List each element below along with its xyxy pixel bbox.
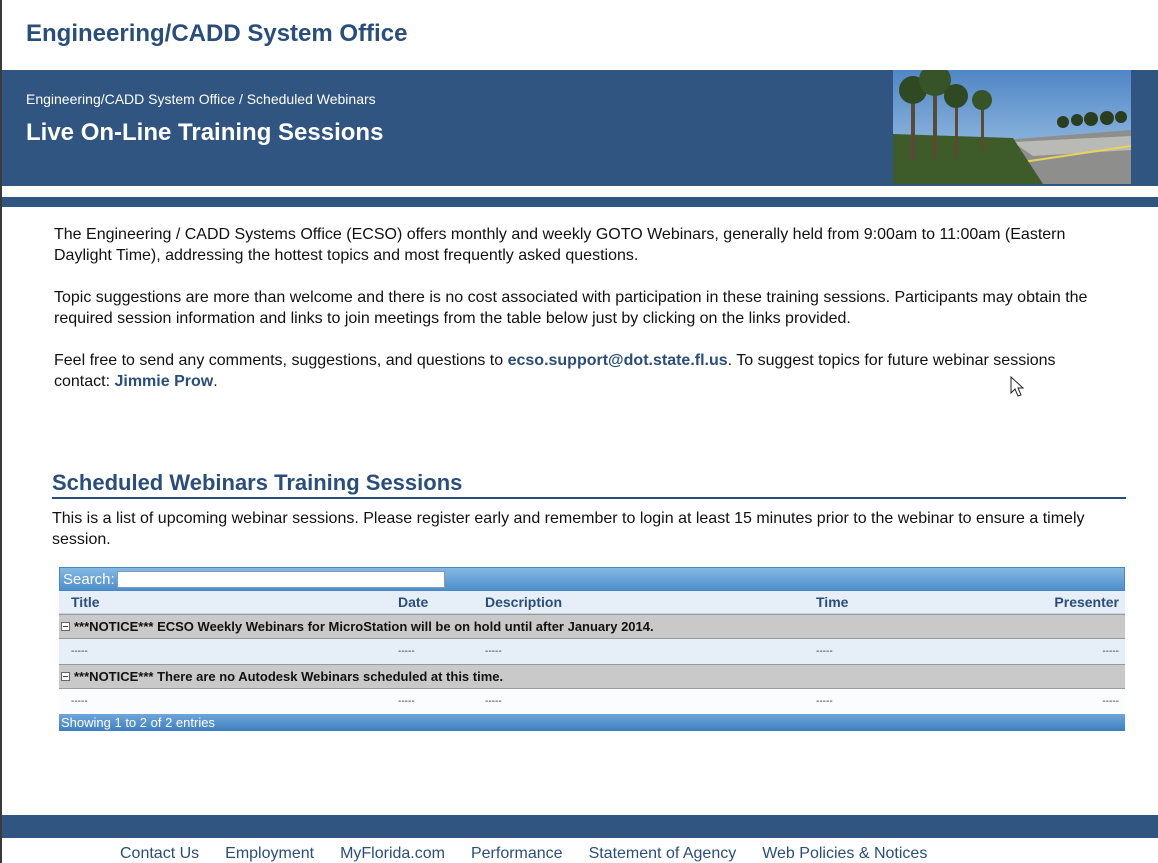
- intro-paragraph-3: Feel free to send any comments, suggesti…: [54, 350, 1114, 392]
- intro-paragraph-3-suffix: .: [213, 373, 218, 390]
- section-title: Scheduled Webinars Training Sessions: [52, 470, 1126, 499]
- table-search-bar: Search:: [59, 567, 1125, 591]
- table-cell: -----: [485, 696, 502, 707]
- table-cell: -----: [1102, 696, 1119, 707]
- search-label: Search:: [63, 570, 115, 588]
- table-cell: -----: [485, 646, 502, 657]
- column-header-presenter[interactable]: Presenter: [1013, 594, 1125, 610]
- intro-text: The Engineering / CADD Systems Office (E…: [54, 224, 1114, 413]
- footer-link-contact-us[interactable]: Contact Us: [120, 845, 199, 863]
- banner-divider: [2, 197, 1158, 207]
- footer-bar: [2, 815, 1158, 838]
- table-cell: -----: [398, 646, 415, 657]
- mouse-pointer-icon: [1010, 376, 1025, 397]
- group-label: ***NOTICE*** ECSO Weekly Webinars for Mi…: [74, 619, 654, 634]
- intro-paragraph-2: Topic suggestions are more than welcome …: [54, 289, 1088, 327]
- table-row: ----- ----- ----- ----- -----: [59, 639, 1125, 664]
- webinar-table: Search: Title Date Description Time Pres…: [59, 567, 1125, 731]
- table-cell: -----: [71, 646, 88, 657]
- footer-link-statement-of-agency[interactable]: Statement of Agency: [589, 845, 737, 863]
- footer-link-myflorida[interactable]: MyFlorida.com: [340, 845, 445, 863]
- section-description: This is a list of upcoming webinar sessi…: [52, 510, 1085, 548]
- page-title: Live On-Line Training Sessions: [26, 119, 384, 146]
- collapse-icon[interactable]: [61, 622, 70, 631]
- table-cell: -----: [816, 696, 833, 707]
- table-cell: -----: [398, 696, 415, 707]
- search-input[interactable]: [116, 570, 445, 588]
- table-header: Title Date Description Time Presenter: [59, 591, 1125, 614]
- footer-link-performance[interactable]: Performance: [471, 845, 563, 863]
- collapse-icon[interactable]: [61, 672, 70, 681]
- table-info: Showing 1 to 2 of 2 entries: [59, 714, 1125, 731]
- table-cell: -----: [816, 646, 833, 657]
- contact-link[interactable]: Jimmie Prow: [114, 373, 213, 390]
- page: Engineering/CADD System Office Engineeri…: [0, 0, 1158, 863]
- intro-paragraph-3-prefix: Feel free to send any comments, suggesti…: [54, 352, 508, 369]
- group-row[interactable]: ***NOTICE*** There are no Autodesk Webin…: [59, 664, 1125, 689]
- column-header-title[interactable]: Title: [59, 594, 392, 610]
- site-title: Engineering/CADD System Office: [26, 20, 408, 47]
- footer-link-employment[interactable]: Employment: [225, 845, 314, 863]
- column-header-date[interactable]: Date: [392, 594, 479, 610]
- table-cell: -----: [71, 696, 88, 707]
- intro-paragraph-1: The Engineering / CADD Systems Office (E…: [54, 226, 1066, 264]
- group-label: ***NOTICE*** There are no Autodesk Webin…: [74, 669, 504, 684]
- group-row[interactable]: ***NOTICE*** ECSO Weekly Webinars for Mi…: [59, 614, 1125, 639]
- column-header-time[interactable]: Time: [810, 594, 1013, 610]
- table-cell: -----: [1102, 646, 1119, 657]
- footer-link-web-policies[interactable]: Web Policies & Notices: [762, 845, 927, 863]
- table-row: ----- ----- ----- ----- -----: [59, 689, 1125, 714]
- email-link[interactable]: ecso.support@dot.state.fl.us: [508, 352, 728, 369]
- page-banner: Engineering/CADD System Office / Schedul…: [2, 70, 1158, 186]
- banner-photo: [893, 70, 1131, 184]
- column-header-description[interactable]: Description: [479, 594, 810, 610]
- footer-links: Contact Us Employment MyFlorida.com Perf…: [120, 845, 953, 863]
- breadcrumb: Engineering/CADD System Office / Schedul…: [26, 91, 376, 107]
